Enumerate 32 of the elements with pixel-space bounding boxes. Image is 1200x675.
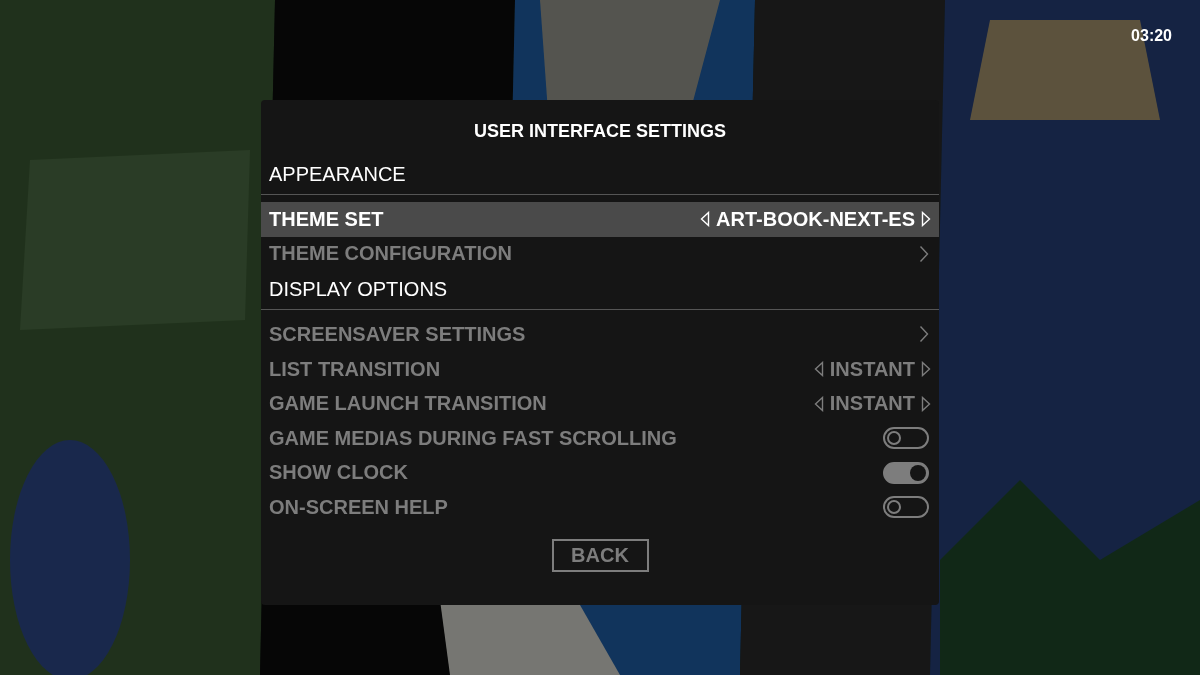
- settings-row[interactable]: SHOW CLOCK: [261, 455, 939, 491]
- toggle-switch[interactable]: [883, 427, 929, 450]
- setting-label: SHOW CLOCK: [269, 461, 408, 485]
- right-triangle-icon[interactable]: [921, 395, 931, 412]
- dialog-title: USER INTERFACE SETTINGS: [473, 120, 727, 143]
- left-triangle-icon[interactable]: [813, 361, 824, 378]
- setting-label: SCREENSAVER SETTINGS: [269, 323, 526, 346]
- settings-row[interactable]: ON-SCREEN HELP: [261, 490, 939, 525]
- setting-label: THEME SET: [269, 207, 384, 231]
- option-value: INSTANT: [829, 357, 915, 381]
- option-value: ART-BOOK-NEXT-ES: [716, 207, 915, 231]
- settings-row[interactable]: LIST TRANSITION INSTANT: [261, 351, 939, 387]
- setting-label: GAME MEDIAS DURING FAST SCROLLING: [269, 426, 677, 450]
- right-triangle-icon[interactable]: [921, 361, 931, 378]
- back-button[interactable]: BACK: [551, 538, 649, 572]
- setting-label: THEME CONFIGURATION: [269, 242, 512, 266]
- setting-label: LIST TRANSITION: [269, 357, 441, 381]
- option-value: INSTANT: [829, 392, 915, 416]
- chevron-icon[interactable]: [919, 244, 929, 263]
- section-header: APPEARANCE: [261, 156, 939, 195]
- setting-label: ON-SCREEN HELP: [269, 495, 448, 519]
- setting-label: GAME LAUNCH TRANSITION: [269, 392, 547, 416]
- settings-row[interactable]: GAME LAUNCH TRANSITION INSTANT: [261, 386, 939, 421]
- toggle-switch[interactable]: [883, 461, 929, 484]
- settings-row[interactable]: THEME CONFIGURATION: [261, 236, 939, 272]
- chevron-icon[interactable]: [919, 325, 929, 344]
- settings-row[interactable]: SCREENSAVER SETTINGS: [261, 317, 939, 352]
- left-triangle-icon[interactable]: [813, 395, 824, 412]
- section-header: DISPLAY OPTIONS: [261, 271, 939, 311]
- clock: 03:20: [1131, 27, 1172, 45]
- settings-row[interactable]: GAME MEDIAS DURING FAST SCROLLING: [261, 420, 939, 456]
- toggle-switch[interactable]: [883, 496, 929, 519]
